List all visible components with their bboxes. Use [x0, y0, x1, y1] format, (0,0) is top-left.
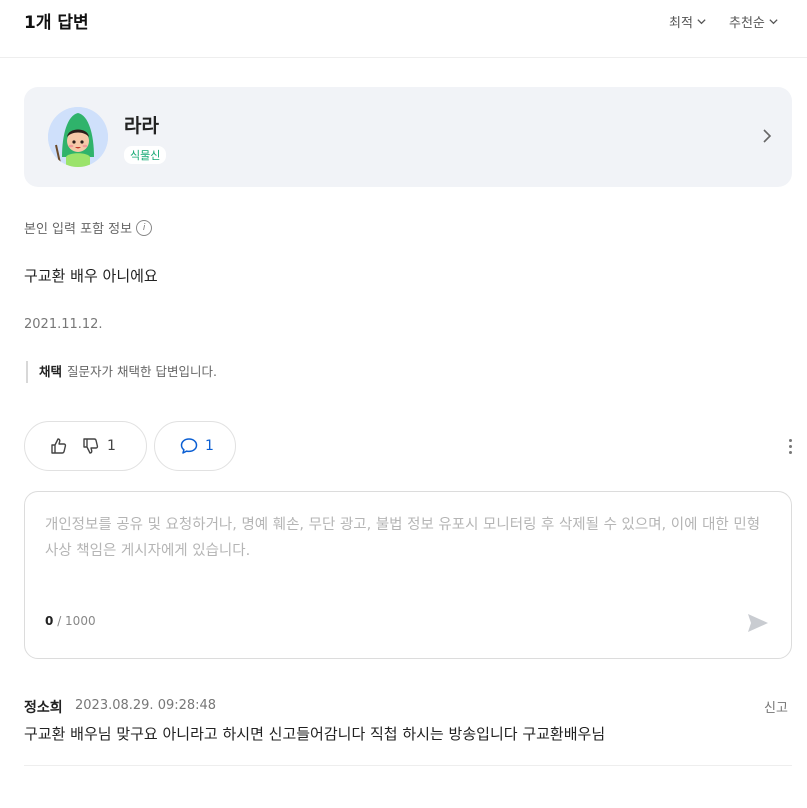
author-name: 라라 — [124, 115, 159, 137]
sort-recommended-label: 추천순 — [729, 16, 765, 31]
adopted-label: 채택 — [39, 364, 63, 379]
chevron-down-icon — [697, 19, 706, 25]
comment-author: 정소희 — [24, 700, 63, 716]
chevron-right-icon — [763, 129, 772, 143]
speech-bubble-icon — [180, 438, 198, 454]
comment-pill: 1 — [154, 421, 236, 471]
divider — [24, 765, 792, 766]
info-icon[interactable]: i — [136, 219, 153, 236]
char-limit: / 1000 — [57, 614, 96, 628]
dislike-count: 1 — [107, 438, 116, 454]
self-input-info-label: 본인 입력 포함 정보 — [24, 222, 133, 237]
chevron-down-icon — [769, 19, 778, 25]
comment-form: 0 / 1000 — [24, 491, 792, 659]
comment-text: 구교환 배우님 맞구요 아니라고 하시면 신고들어감니다 직첩 하시는 방송입니… — [24, 725, 606, 743]
like-button[interactable] — [49, 436, 69, 456]
comment-count: 1 — [205, 438, 214, 454]
sort-recommended-dropdown[interactable]: 추천순 — [729, 12, 779, 31]
author-grade-badge: 식물신 — [124, 146, 167, 164]
kebab-dot-icon — [788, 438, 792, 442]
comment-input[interactable] — [45, 512, 767, 592]
char-counter: 0 / 1000 — [45, 614, 96, 628]
avatar-character-image — [48, 107, 108, 167]
answers-header: 1개 답변 최적 추천순 — [0, 0, 807, 58]
answer-body: 구교환 배우 아니에요 — [24, 267, 158, 285]
vote-pill: 1 — [24, 421, 147, 471]
author-profile-card[interactable]: 라라 식물신 — [24, 87, 792, 187]
char-count: 0 — [45, 614, 54, 628]
answers-count-title: 1개 답변 — [24, 13, 89, 33]
kebab-dot-icon — [788, 444, 792, 448]
sort-latest-dropdown[interactable]: 최적 — [669, 12, 707, 31]
comment-button[interactable]: 1 — [179, 436, 214, 456]
self-input-info: 본인 입력 포함 정보 i — [24, 218, 153, 237]
sort-latest-label: 최적 — [669, 16, 693, 31]
answer-date: 2021.11.12. — [24, 317, 103, 332]
comment-timestamp: 2023.08.29. 09:28:48 — [75, 698, 217, 713]
thumbs-up-icon — [51, 438, 67, 454]
adopted-notice: 채택 질문자가 채택한 답변입니다. — [26, 361, 217, 383]
thumbs-down-icon — [83, 438, 99, 454]
adopted-text: 질문자가 채택한 답변입니다. — [67, 364, 217, 379]
avatar — [48, 107, 108, 167]
more-options-button[interactable] — [782, 436, 798, 456]
send-icon[interactable] — [747, 613, 769, 633]
report-button[interactable]: 신고 — [764, 697, 788, 716]
dislike-button[interactable]: 1 — [81, 436, 116, 456]
kebab-dot-icon — [788, 450, 792, 454]
